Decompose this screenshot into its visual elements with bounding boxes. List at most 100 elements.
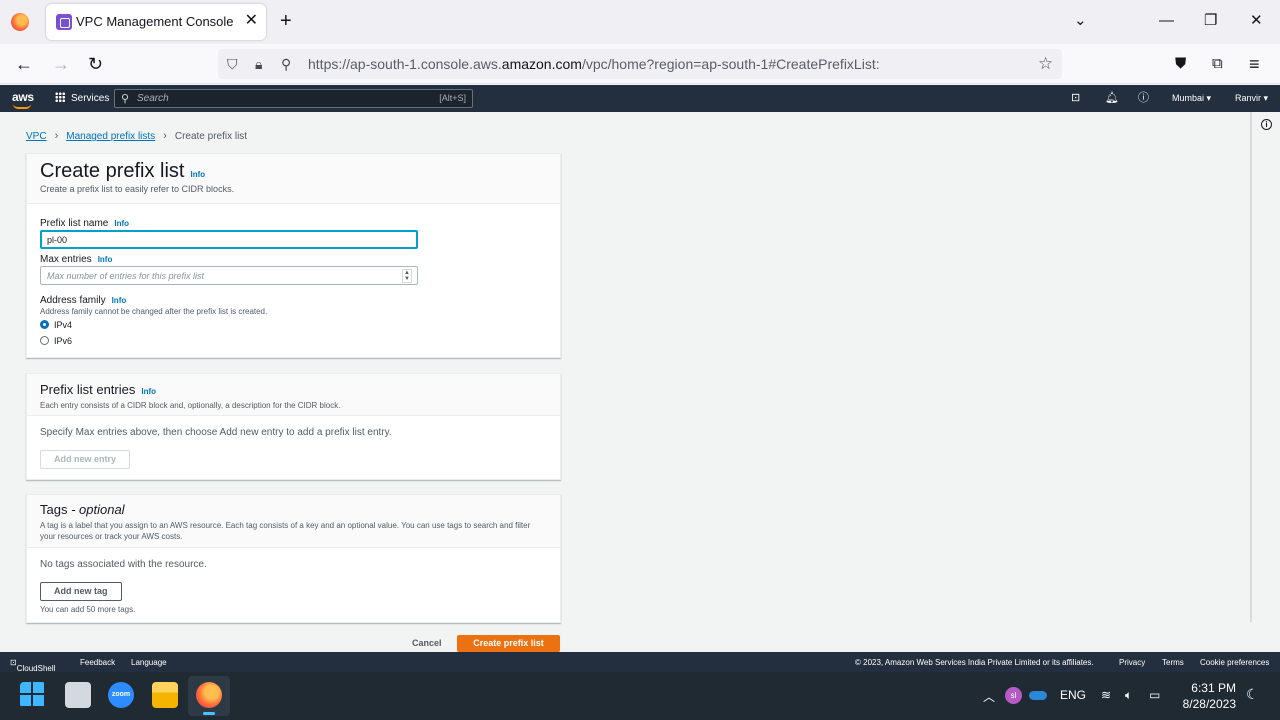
info-link[interactable]: Info [191,170,206,179]
snipping-tool-icon[interactable] [65,682,91,708]
radio-ipv6[interactable]: IPv6 [40,336,72,346]
max-entries-input[interactable]: Max number of entries for this prefix li… [40,266,418,285]
cloudshell-footer-button[interactable]: ⊡ CloudShell [10,658,55,673]
volume-icon[interactable]: 🔈︎ [1125,688,1132,703]
add-new-tag-button[interactable]: Add new tag [40,582,122,601]
clock-time: 6:31 PM [1191,681,1236,695]
aws-search-input[interactable]: ⚲ Search [Alt+S] [114,89,473,108]
language-link[interactable]: Language [131,658,167,667]
account-menu[interactable]: Ranvir ▾ [1235,93,1268,104]
add-new-entry-button[interactable]: Add new entry [40,450,131,469]
browser-tab[interactable]: VPC Management Console ✕ [46,4,266,40]
tags-panel: Tags - optional A tag is a label that yo… [26,494,561,623]
minimize-icon[interactable]: — [1159,11,1174,31]
entries-empty-text: Specify Max entries above, then choose A… [40,427,392,438]
shield-icon[interactable]: ⛉ [227,55,238,73]
tab-list-chevron-icon[interactable]: ⌄ [1074,11,1087,31]
onedrive-cloud-icon[interactable] [1029,691,1047,700]
panel-header: Tags - optional A tag is a label that yo… [27,495,560,548]
services-button[interactable]: Services [55,92,109,104]
url-bar[interactable]: ⛉ 🔒︎ ⚲ https://ap-south-1.console.aws.am… [218,49,1062,79]
copyright-text: © 2023, Amazon Web Services India Privat… [855,658,1094,667]
feedback-link[interactable]: Feedback [80,658,115,667]
forward-icon[interactable]: → [52,53,70,75]
radio-ipv4[interactable]: IPv4 [40,320,72,330]
tags-empty-text: No tags associated with the resource. [40,559,207,570]
battery-icon[interactable]: ▭ [1149,688,1160,702]
section-title: Prefix list entries [40,382,136,397]
panel-header: Create prefix list Info Create a prefix l… [27,154,560,204]
language-indicator[interactable]: ENG [1060,688,1086,702]
aws-footer: ⊡ CloudShell Feedback Language © 2023, A… [0,652,1280,673]
firefox-taskbar-icon[interactable] [196,682,222,708]
info-link[interactable]: Info [112,296,127,305]
permissions-icon[interactable]: ⚲ [281,55,291,73]
url-text[interactable]: https://ap-south-1.console.aws.amazon.co… [308,56,880,72]
bookmark-star-icon[interactable]: ☆ [1038,55,1053,73]
chevron-right-icon: › [163,130,167,142]
panel-header: Prefix list entries Info Each entry consi… [27,374,560,416]
firefox-icon[interactable] [11,13,29,31]
zoom-app-icon[interactable]: zoom [108,682,134,708]
tab-title: VPC Management Console [76,14,234,29]
close-window-icon[interactable]: ✕ [1250,11,1263,31]
lock-icon[interactable]: 🔒︎ [255,55,262,73]
prefix-list-entries-panel: Prefix list entries Info Each entry consi… [26,373,561,480]
new-tab-icon[interactable]: + [280,10,292,32]
privacy-link[interactable]: Privacy [1119,658,1145,667]
aws-logo[interactable]: aws [12,90,34,109]
services-grid-icon [55,92,65,102]
search-shortcut: [Alt+S] [439,93,466,103]
breadcrumb-managed-prefix-lists[interactable]: Managed prefix lists [66,131,155,142]
notification-moon-icon[interactable]: ☾ [1246,686,1259,703]
help-icon[interactable]: ⓘ [1138,90,1149,106]
prefix-list-name-label: Prefix list name [40,218,109,229]
menu-icon[interactable]: ≡ [1249,53,1260,75]
tags-remaining-text: You can add 50 more tags. [40,605,136,614]
terms-link[interactable]: Terms [1162,658,1184,667]
address-family-label-row: Address family Info [40,292,126,306]
info-link[interactable]: Info [114,219,129,228]
avatar[interactable]: sl [1005,687,1022,704]
max-entries-label-row: Max entries Info [40,251,112,265]
max-entries-label: Max entries [40,254,92,265]
cloudshell-icon[interactable]: ⊡ [1071,90,1080,106]
tray-chevron-up-icon[interactable]: ︿ [983,688,995,705]
windows-start-icon[interactable] [20,682,46,708]
windows-taskbar: zoom ︿ sl ENG ≋ 🔈︎ ▭ 6:31 PM 8/28/2023 ☾ [0,672,1280,720]
notifications-bell-icon[interactable]: 🔔︎ [1105,90,1119,106]
reload-icon[interactable]: ↻ [88,53,103,75]
main-content: i VPC › Managed prefix lists › Create prefix… [0,112,1280,652]
pocket-icon[interactable]: ⛊ [1175,53,1186,75]
section-title: Tags [40,502,68,517]
page-description: Create a prefix list to easily refer to … [40,184,235,194]
address-family-description: Address family cannot be changed after t… [40,307,268,316]
section-description: Each entry consists of a CIDR block and,… [40,401,341,410]
region-selector[interactable]: Mumbai ▾ [1172,93,1211,104]
breadcrumb-vpc[interactable]: VPC [26,131,47,142]
system-clock[interactable]: 6:31 PM 8/28/2023 [1183,680,1236,712]
file-explorer-icon[interactable] [152,682,178,708]
radio-unselected-icon[interactable] [40,336,49,345]
create-prefix-list-button[interactable]: Create prefix list [457,635,560,652]
create-prefix-list-panel: Create prefix list Info Create a prefix l… [26,153,561,358]
close-tab-icon[interactable]: ✕ [245,12,258,30]
search-placeholder: Search [137,93,169,104]
wifi-icon[interactable]: ≋ [1101,688,1111,702]
info-link[interactable]: Info [141,387,156,396]
chevron-right-icon: › [54,130,59,142]
number-stepper-icon[interactable]: ▲ ▼ [402,269,412,283]
scrollbar[interactable] [1250,112,1252,622]
address-family-label: Address family [40,295,106,306]
info-link[interactable]: Info [98,255,113,264]
restore-icon[interactable]: ❐ [1204,11,1217,31]
radio-selected-icon[interactable] [40,320,49,329]
section-title-suffix: - optional [67,502,125,517]
vpc-favicon-icon [56,14,72,30]
extensions-icon[interactable]: ⧉ [1212,53,1223,75]
cookie-preferences-link[interactable]: Cookie preferences [1200,658,1269,667]
prefix-list-name-input[interactable]: pl-00 [40,230,418,249]
back-icon[interactable]: ← [15,53,33,75]
info-panel-icon[interactable]: i [1261,119,1272,130]
cancel-button[interactable]: Cancel [412,638,442,648]
